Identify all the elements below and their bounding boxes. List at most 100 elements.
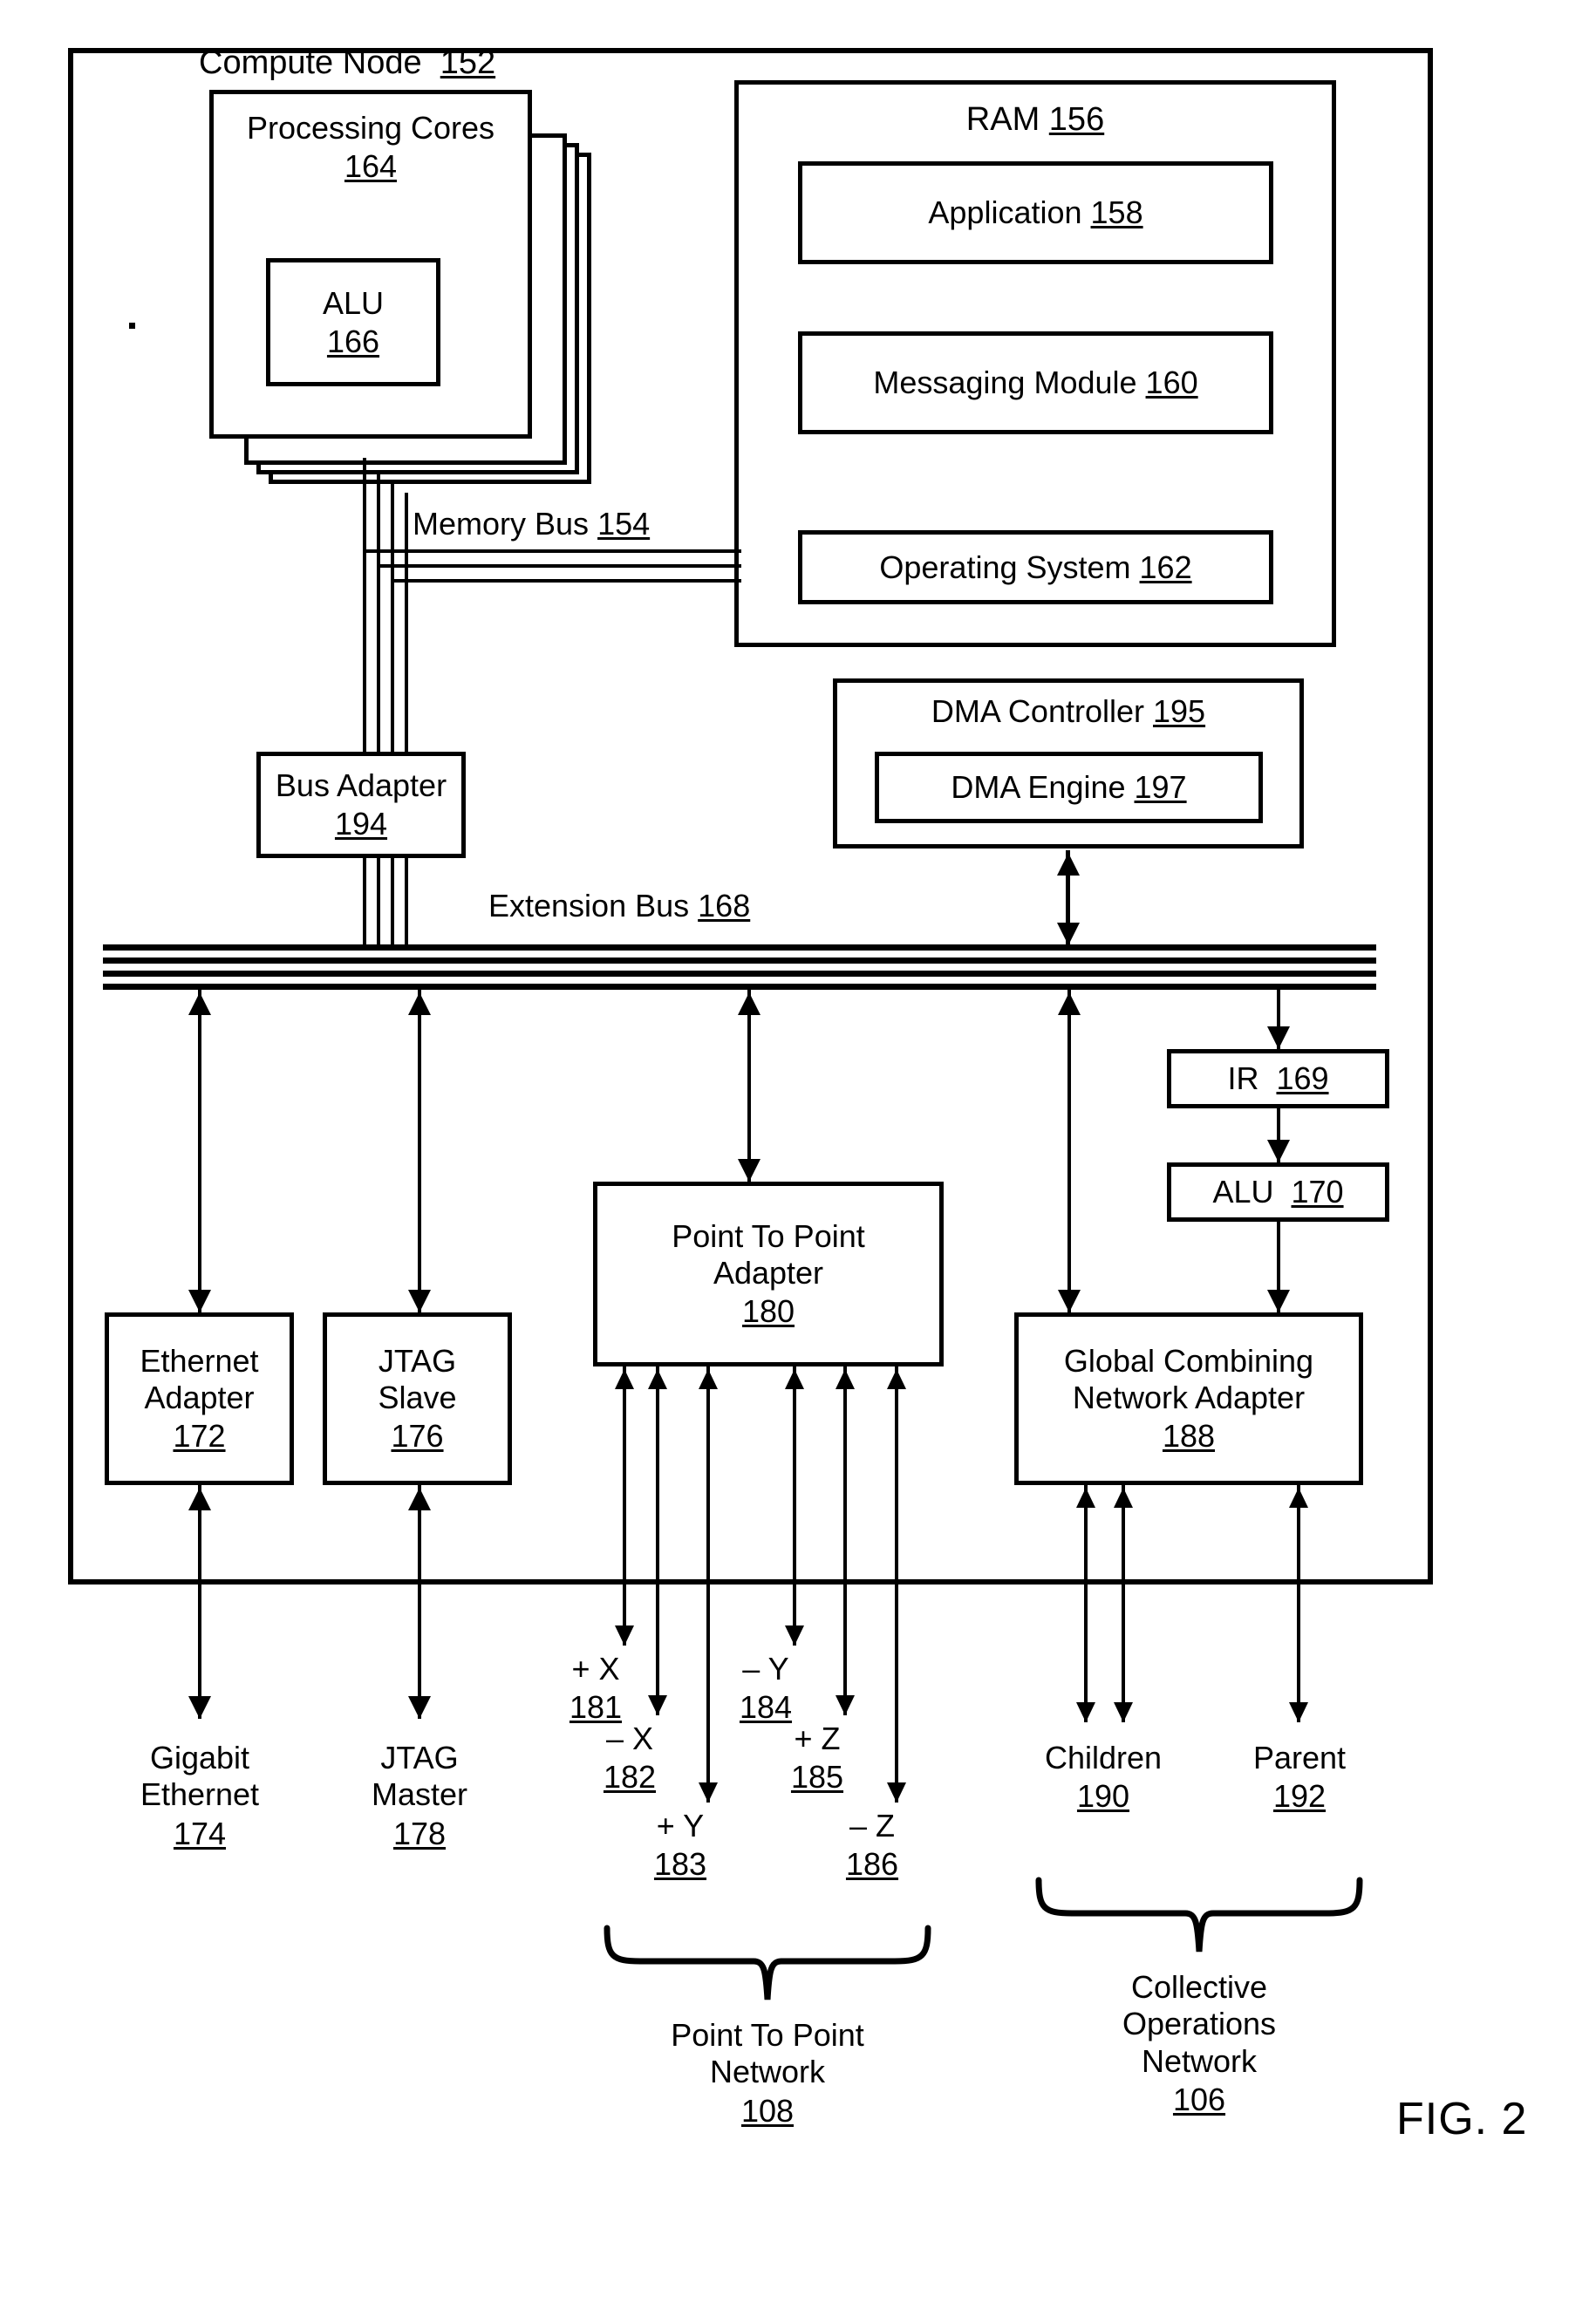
ethernet-drop-arrow-down-icon bbox=[188, 1290, 211, 1312]
jtag-slave-ref: 176 bbox=[391, 1418, 444, 1455]
children-link-1-arrow-up-icon bbox=[1076, 1488, 1095, 1508]
gigabit-ethernet-endpoint: Gigabit Ethernet 174 bbox=[140, 1740, 259, 1852]
jtag-master-endpoint: JTAG Master 178 bbox=[372, 1740, 467, 1852]
gcna-drop-arrow-up-icon bbox=[1058, 992, 1081, 1015]
ethernet-bus-drop bbox=[198, 990, 201, 1312]
axis-minus-z-ref: 186 bbox=[845, 1846, 899, 1883]
children-link-2 bbox=[1122, 1485, 1125, 1722]
global-combining-network-adapter-box: Global Combining Network Adapter 188 bbox=[1014, 1312, 1363, 1485]
children-link-1-arrow-down-icon bbox=[1076, 1702, 1095, 1722]
memory-bus-hline-3 bbox=[392, 579, 741, 583]
point-to-point-network-brace bbox=[604, 1925, 931, 2000]
messaging-module-label: Messaging Module 160 bbox=[873, 365, 1198, 401]
axis-minus-y-arrow-up-icon bbox=[785, 1369, 804, 1389]
extension-bus-line-3 bbox=[103, 971, 1376, 977]
ethernet-adapter-line1: Ethernet bbox=[140, 1342, 259, 1379]
extension-bus-line-1 bbox=[103, 944, 1376, 951]
gigabit-ethernet-line2: Ethernet bbox=[140, 1776, 260, 1813]
ram-item-application: Application 158 bbox=[798, 161, 1273, 264]
alu-166-ref: 166 bbox=[326, 323, 380, 359]
jtag-master-line1: JTAG bbox=[380, 1740, 459, 1775]
operating-system-label: Operating System 162 bbox=[879, 549, 1192, 585]
ethernet-adapter-ref: 172 bbox=[173, 1418, 226, 1455]
extension-bus-line-2 bbox=[103, 958, 1376, 964]
axis-minus-x-arrow-down-icon bbox=[648, 1695, 667, 1715]
dma-engine-box: DMA Engine 197 bbox=[875, 752, 1263, 823]
axis-minus-y-text: – Y bbox=[742, 1651, 789, 1687]
jtag-master-ref: 178 bbox=[392, 1815, 447, 1851]
ethernet-endpoint-arrow-up-icon bbox=[188, 1488, 211, 1510]
ram-label: RAM 156 bbox=[965, 101, 1105, 138]
dma-engine-label: DMA Engine 197 bbox=[951, 769, 1187, 806]
axis-minus-z-text: – Z bbox=[849, 1808, 896, 1844]
extension-bus-line-4 bbox=[103, 984, 1376, 990]
compute-node-title: Compute Node 152 bbox=[199, 44, 496, 81]
axis-plus-z-line bbox=[843, 1366, 847, 1715]
collective-line3: Network bbox=[1141, 2042, 1258, 2079]
jtag-endpoint-link bbox=[418, 1485, 421, 1719]
axis-plus-y-arrow-down-icon bbox=[699, 1782, 718, 1803]
bus-adapter-ref: 194 bbox=[334, 806, 388, 842]
jtag-bus-drop bbox=[418, 990, 421, 1312]
axis-minus-x-line bbox=[656, 1366, 659, 1715]
axis-label-minus-z: – Z 186 bbox=[846, 1808, 898, 1884]
processing-cores-ref: 164 bbox=[344, 147, 398, 184]
alu-170-box: ALU 170 bbox=[1167, 1162, 1389, 1222]
parent-label: Parent bbox=[1252, 1740, 1347, 1775]
collective-operations-network-brace bbox=[1035, 1877, 1363, 1953]
axis-minus-y-arrow-down-icon bbox=[785, 1625, 804, 1646]
parent-link-arrow-down-icon bbox=[1289, 1702, 1308, 1722]
collective-line2: Operations bbox=[1122, 2006, 1277, 2042]
axis-plus-x-arrow-down-icon bbox=[615, 1625, 634, 1646]
parent-link-arrow-up-icon bbox=[1289, 1488, 1308, 1508]
alu-to-gcna-arrow-icon bbox=[1267, 1290, 1290, 1312]
gigabit-ethernet-line1: Gigabit bbox=[149, 1740, 250, 1775]
axis-label-minus-y: – Y 184 bbox=[740, 1651, 792, 1727]
point-to-point-adapter-box: Point To Point Adapter 180 bbox=[593, 1182, 944, 1366]
gcna-line2: Network Adapter bbox=[1072, 1379, 1306, 1415]
collective-operations-network-caption: Collective Operations Network 106 bbox=[1122, 1969, 1276, 2119]
parent-endpoint: Parent 192 bbox=[1253, 1740, 1346, 1816]
axis-minus-z-line bbox=[895, 1366, 898, 1803]
axis-plus-y-text: + Y bbox=[656, 1808, 705, 1844]
children-link-2-arrow-up-icon bbox=[1114, 1488, 1133, 1508]
alu-166-box: ALU 166 bbox=[266, 258, 440, 386]
axis-plus-z-text: + Z bbox=[794, 1721, 841, 1756]
memory-bus-vline-2 bbox=[377, 471, 380, 789]
axis-plus-z-ref: 185 bbox=[790, 1759, 844, 1796]
p2p-network-ref: 108 bbox=[740, 2092, 795, 2129]
collective-line1: Collective bbox=[1130, 1969, 1268, 2005]
axis-label-plus-x: + X 181 bbox=[570, 1651, 622, 1727]
dma-arrowhead-down-icon bbox=[1057, 923, 1080, 945]
ethernet-endpoint-link bbox=[198, 1485, 201, 1719]
parent-ref: 192 bbox=[1272, 1778, 1327, 1815]
ir-drop-arrow-down-icon bbox=[1267, 1026, 1290, 1049]
memory-bus-vline-3 bbox=[391, 482, 394, 789]
processing-cores-label: Processing Cores bbox=[246, 110, 495, 146]
parent-link bbox=[1297, 1485, 1300, 1722]
ir-169-label: IR 169 bbox=[1227, 1060, 1329, 1097]
p2p-adapter-ref: 180 bbox=[741, 1293, 795, 1330]
p2p-network-line2: Network bbox=[709, 2054, 826, 2090]
ethernet-endpoint-arrow-down-icon bbox=[188, 1696, 211, 1719]
figure-2-diagram: Compute Node 152 Processing Cores 164 AL… bbox=[0, 0, 1596, 2324]
application-label: Application 158 bbox=[928, 194, 1143, 231]
axis-label-plus-y: + Y 183 bbox=[654, 1808, 706, 1884]
children-label: Children bbox=[1044, 1740, 1163, 1775]
ram-item-messaging-module: Messaging Module 160 bbox=[798, 331, 1273, 434]
gcna-ref: 188 bbox=[1162, 1418, 1216, 1455]
gcna-line1: Global Combining bbox=[1063, 1342, 1314, 1379]
axis-minus-x-text: – X bbox=[605, 1721, 654, 1756]
axis-plus-y-line bbox=[706, 1366, 710, 1803]
ethernet-adapter-box: Ethernet Adapter 172 bbox=[105, 1312, 294, 1485]
jtag-drop-arrow-up-icon bbox=[408, 992, 431, 1015]
ir-169-box: IR 169 bbox=[1167, 1049, 1389, 1108]
dma-controller-label: DMA Controller 195 bbox=[931, 693, 1206, 729]
axis-minus-y-line bbox=[793, 1366, 796, 1646]
p2p-adapter-line1: Point To Point bbox=[672, 1217, 865, 1254]
axis-plus-y-ref: 183 bbox=[653, 1846, 707, 1883]
axis-minus-x-ref: 182 bbox=[603, 1759, 657, 1796]
children-link-2-arrow-down-icon bbox=[1114, 1702, 1133, 1722]
dma-arrowhead-up-icon bbox=[1057, 853, 1080, 876]
gigabit-ethernet-ref: 174 bbox=[173, 1815, 227, 1851]
